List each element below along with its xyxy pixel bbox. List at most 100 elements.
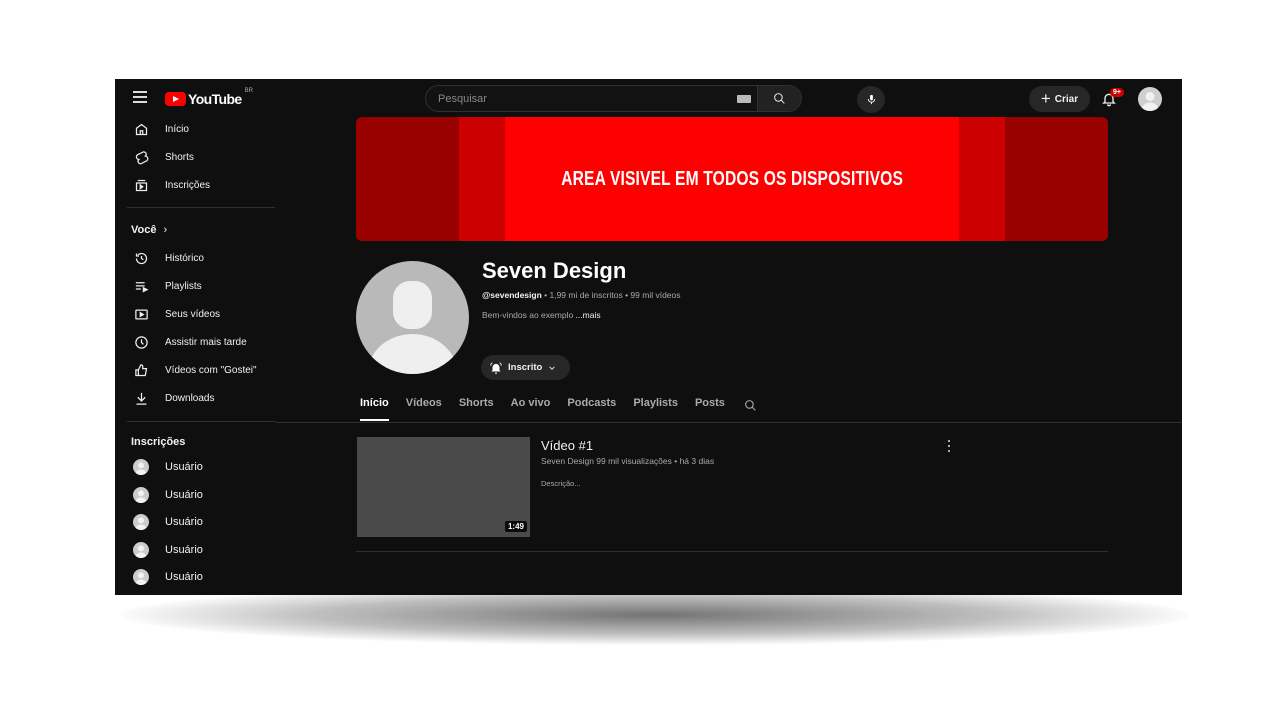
sidebar-item-label: Início <box>165 123 189 135</box>
subscribed-label: Inscrito <box>508 362 543 373</box>
list-divider <box>356 551 1108 552</box>
keyboard-icon[interactable] <box>737 95 751 103</box>
sidebar-item-your-videos[interactable]: Seus vídeos <box>115 300 275 328</box>
sidebar-item-history[interactable]: Histórico <box>115 244 275 272</box>
search-box <box>425 85 802 112</box>
subscription-item[interactable]: Usuário <box>115 536 275 564</box>
video-title[interactable]: Vídeo #1 <box>541 438 593 453</box>
channel-avatar[interactable] <box>356 261 469 374</box>
user-avatar-icon <box>133 542 149 558</box>
sidebar-divider <box>127 207 275 208</box>
your-videos-icon <box>133 306 149 322</box>
sidebar-item-label: Seus vídeos <box>165 308 221 320</box>
banner-text: AREA VISIVEL EM TODOS OS DISPOSITIVOS <box>561 167 903 190</box>
youtube-window: YouTube BR + Criar 9+ <box>115 79 1182 595</box>
user-avatar-icon <box>133 487 149 503</box>
subscription-name: Usuário <box>165 461 203 473</box>
search-input[interactable] <box>426 86 737 111</box>
channel-name: Seven Design <box>482 258 627 283</box>
you-section-title[interactable]: Você › <box>131 224 167 236</box>
subscriptions-icon <box>133 177 149 193</box>
user-avatar-icon <box>133 569 149 585</box>
country-code: BR <box>244 88 253 94</box>
sidebar-item-downloads[interactable]: Downloads <box>115 384 275 412</box>
sidebar-divider <box>127 421 275 422</box>
sidebar-item-label: Vídeos com "Gostei" <box>165 364 257 376</box>
hamburger-menu-icon[interactable] <box>133 91 147 103</box>
tabs-divider <box>275 422 1182 423</box>
subscription-name: Usuário <box>165 544 203 556</box>
sidebar-item-label: Playlists <box>165 280 202 292</box>
top-bar: YouTube BR + Criar 9+ <box>115 79 1182 119</box>
more-options-icon[interactable] <box>945 439 953 453</box>
subscription-item[interactable]: Usuário <box>115 481 275 509</box>
tab-live[interactable]: Ao vivo <box>511 397 551 423</box>
youtube-logo[interactable]: YouTube BR <box>165 88 253 107</box>
home-icon <box>133 121 149 137</box>
youtube-play-icon <box>165 92 186 106</box>
video-description: Descrição... <box>541 479 581 488</box>
search-icon <box>774 93 785 104</box>
sidebar-item-label: Shorts <box>165 151 194 163</box>
create-button[interactable]: + Criar <box>1029 86 1090 112</box>
thumbs-up-icon <box>133 362 149 378</box>
sidebar-item-home[interactable]: Início <box>115 115 275 143</box>
tab-posts[interactable]: Posts <box>695 397 725 423</box>
sidebar-item-label: Assistir mais tarde <box>165 336 247 348</box>
clock-icon <box>133 334 149 350</box>
chevron-right-icon: › <box>163 224 168 236</box>
user-avatar-icon <box>133 459 149 475</box>
sidebar-item-watch-later[interactable]: Assistir mais tarde <box>115 328 275 356</box>
tab-home[interactable]: Início <box>360 397 389 423</box>
stage: YouTube BR + Criar 9+ <box>0 0 1280 720</box>
tab-videos[interactable]: Vídeos <box>406 397 442 423</box>
sidebar: Início Shorts Inscrições Você › Históric… <box>115 119 275 595</box>
subscription-name: Usuário <box>165 489 203 501</box>
channel-tabs: Início Vídeos Shorts Ao vivo Podcasts Pl… <box>360 397 742 423</box>
video-item[interactable]: 1:49 Vídeo #1 Seven Design 99 mil visual… <box>357 437 1109 537</box>
subscriptions-section-title: Inscrições <box>131 436 186 448</box>
account-avatar[interactable] <box>1138 87 1162 111</box>
notification-badge: 9+ <box>1110 88 1124 97</box>
channel-handle: @sevendesign <box>482 290 542 300</box>
sidebar-item-label: Downloads <box>165 392 215 404</box>
subscribed-button[interactable]: Inscrito <box>481 355 570 380</box>
tab-playlists[interactable]: Playlists <box>633 397 678 423</box>
video-thumbnail[interactable]: 1:49 <box>357 437 530 537</box>
logo-text: YouTube <box>188 91 242 107</box>
plus-icon: + <box>1040 89 1051 108</box>
subscription-item[interactable]: Usuário <box>115 508 275 536</box>
sidebar-item-liked-videos[interactable]: Vídeos com "Gostei" <box>115 356 275 384</box>
microphone-icon <box>867 94 875 105</box>
subscription-name: Usuário <box>165 516 203 528</box>
banner-inner-left <box>459 117 505 241</box>
shorts-icon <box>133 149 149 165</box>
create-label: Criar <box>1054 93 1079 105</box>
subscription-name: Usuário <box>165 571 203 583</box>
channel-banner: AREA VISIVEL EM TODOS OS DISPOSITIVOS <box>356 117 1108 241</box>
history-icon <box>133 250 149 266</box>
search-button[interactable] <box>757 86 801 111</box>
banner-outer-right <box>1005 117 1108 241</box>
banner-safe-area: AREA VISIVEL EM TODOS OS DISPOSITIVOS <box>505 117 959 241</box>
channel-meta: @sevendesign • 1,99 mi de inscritos • 99… <box>482 290 681 300</box>
video-meta: Seven Design 99 mil visualizações • há 3… <box>541 456 715 466</box>
banner-inner-right <box>959 117 1005 241</box>
more-link[interactable]: ...mais <box>576 310 601 320</box>
download-icon <box>133 390 149 406</box>
subscription-item[interactable]: Usuário <box>115 563 275 591</box>
sidebar-item-label: Histórico <box>165 252 204 264</box>
sidebar-item-label: Inscrições <box>165 179 211 191</box>
subscription-item[interactable]: Usuário <box>115 453 275 481</box>
tab-podcasts[interactable]: Podcasts <box>567 397 616 423</box>
sidebar-item-playlists[interactable]: Playlists <box>115 272 275 300</box>
chevron-down-icon <box>549 365 556 370</box>
voice-search-button[interactable] <box>857 86 885 113</box>
tab-shorts[interactable]: Shorts <box>459 397 494 423</box>
channel-stats: • 1,99 mi de inscritos • 99 mil vídeos <box>541 290 681 300</box>
sidebar-item-shorts[interactable]: Shorts <box>115 143 275 171</box>
channel-description[interactable]: Bem-vindos ao exemplo ...mais <box>482 310 601 320</box>
video-duration: 1:49 <box>504 521 527 532</box>
channel-search-icon[interactable] <box>744 399 757 412</box>
sidebar-item-subscriptions[interactable]: Inscrições <box>115 171 275 199</box>
